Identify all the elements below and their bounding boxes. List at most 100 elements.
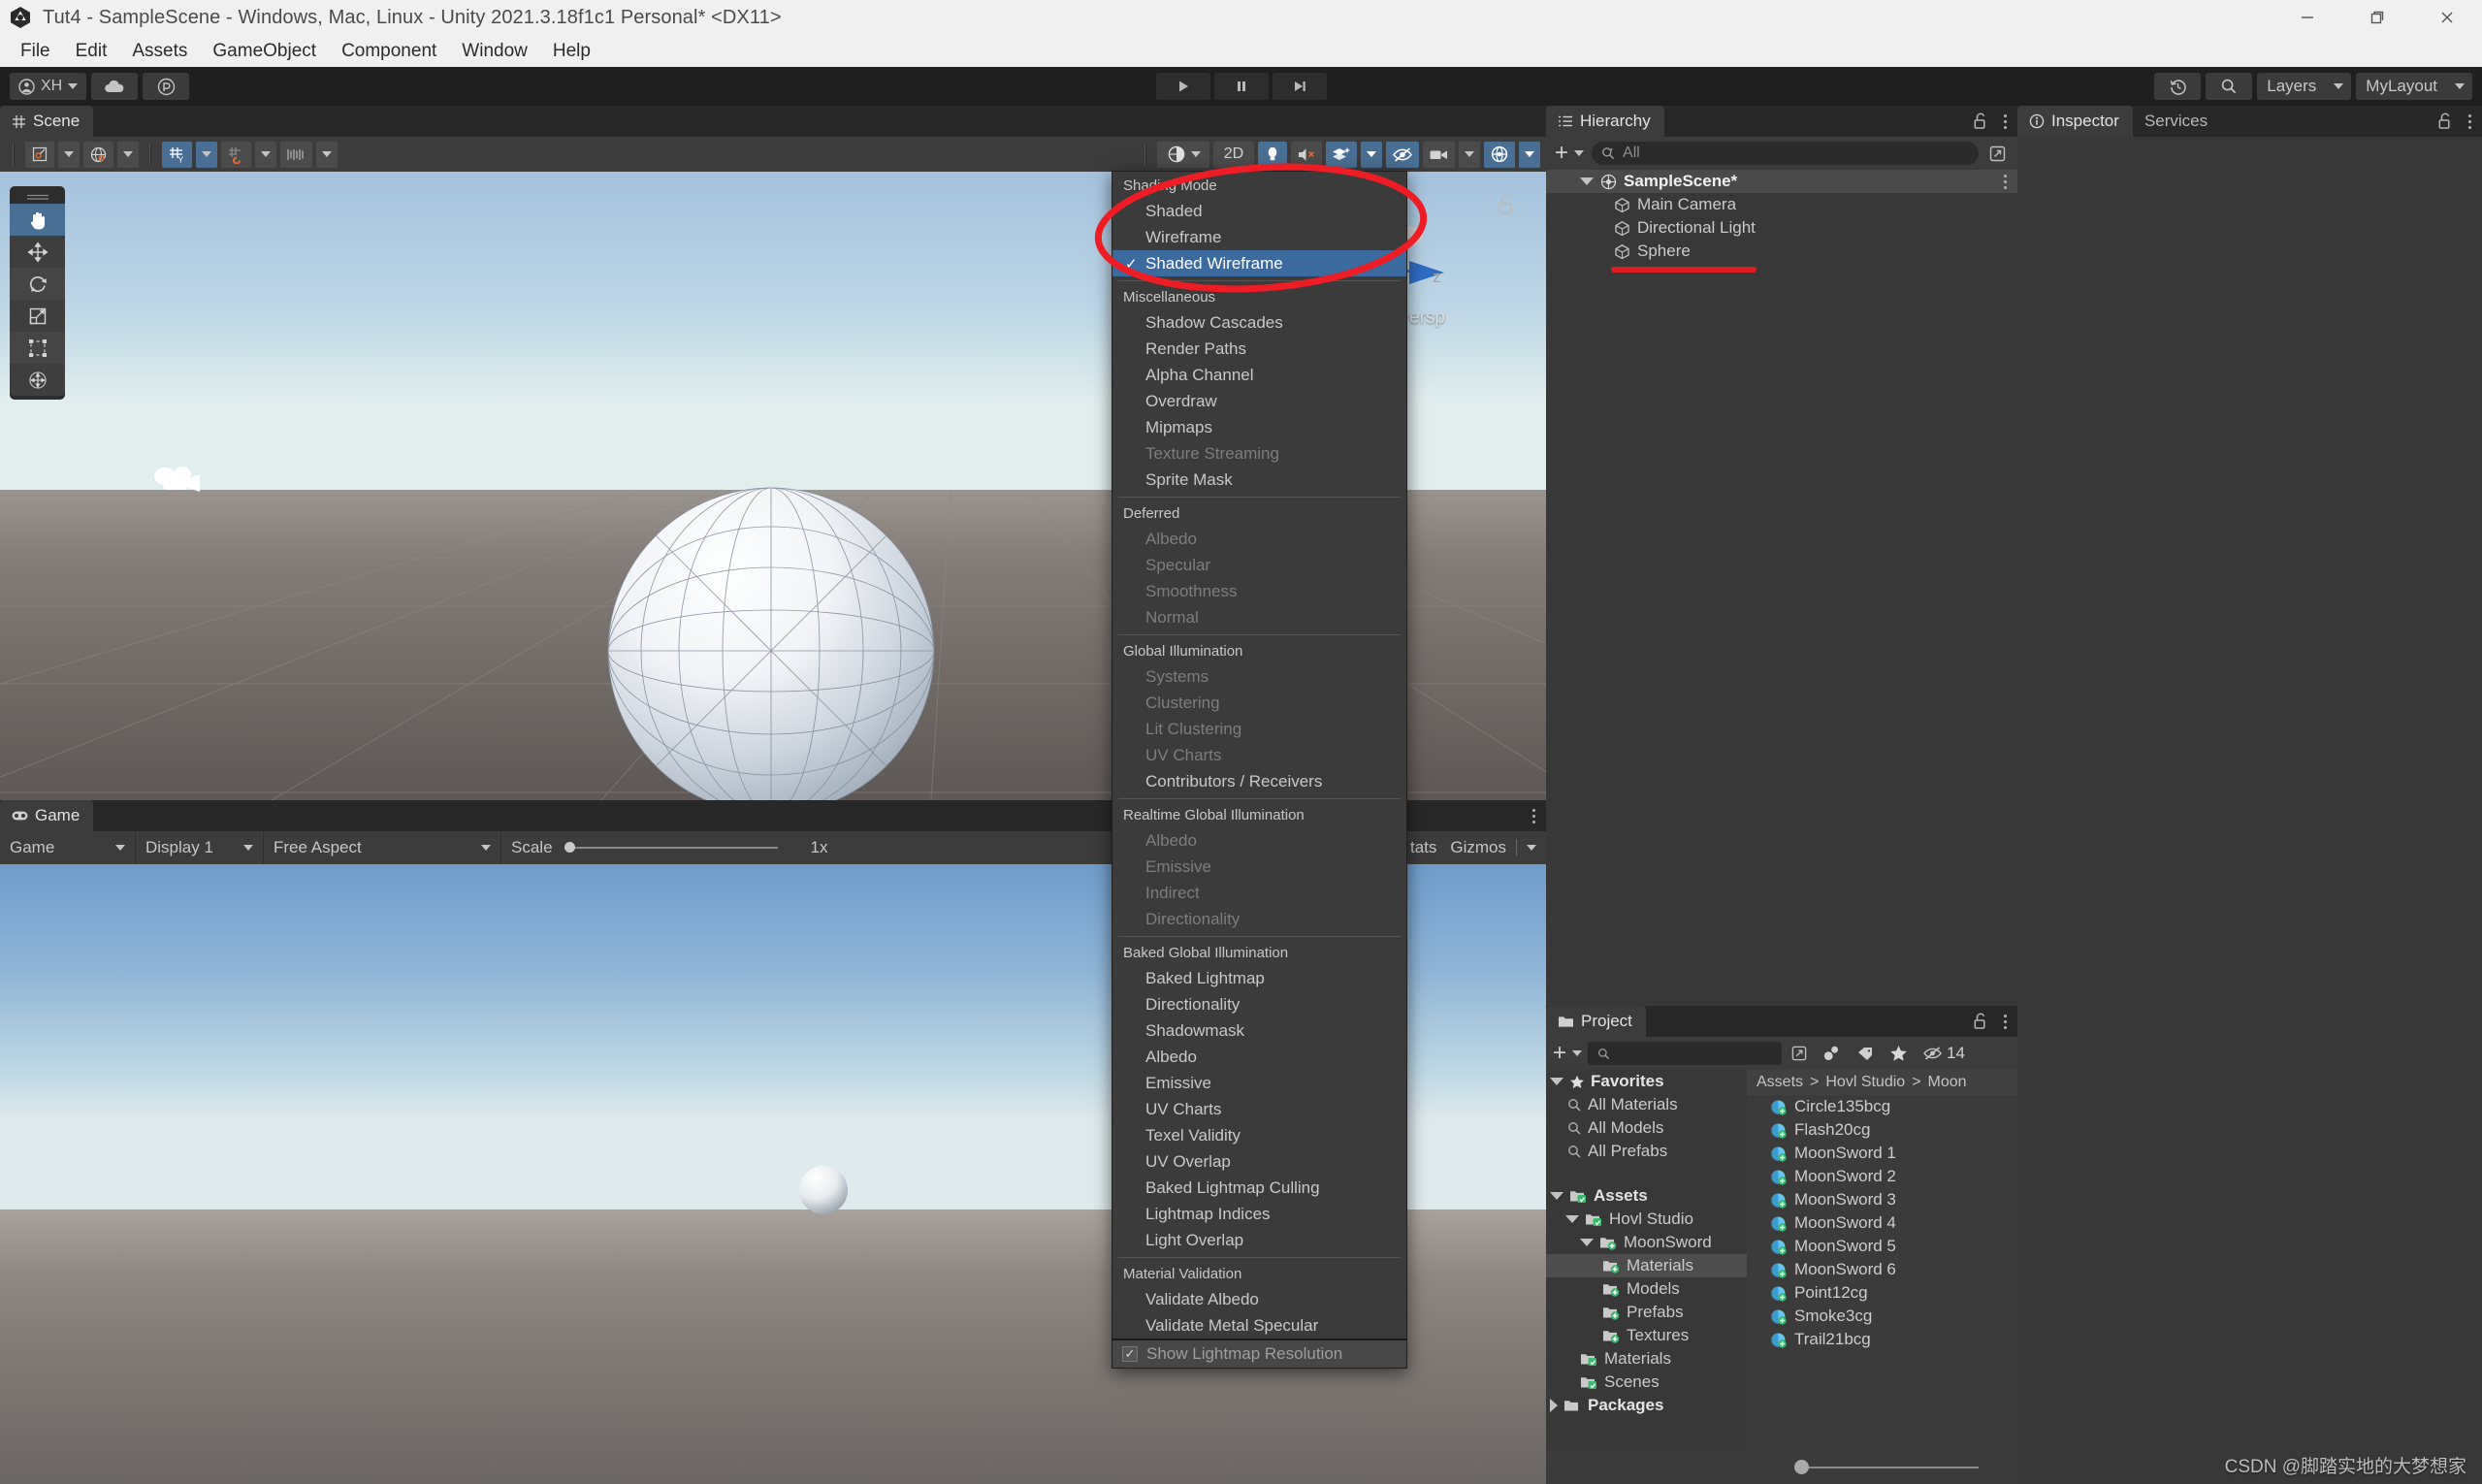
chevron-down-icon[interactable]: [1550, 1078, 1563, 1085]
menu-item-validate-albedo[interactable]: Validate Albedo: [1112, 1286, 1406, 1312]
breadcrumb-assets[interactable]: Assets: [1757, 1074, 1803, 1091]
layers-dropdown[interactable]: Layers: [2257, 73, 2351, 100]
hierarchy-item-main-camera[interactable]: Main Camera: [1546, 193, 2017, 216]
menu-component[interactable]: Component: [329, 38, 449, 65]
menu-item-shadow-cascades[interactable]: Shadow Cascades: [1112, 309, 1406, 336]
asset-row[interactable]: MoonSword 2: [1747, 1165, 2017, 1188]
project-tree-prefabs[interactable]: Prefabs: [1546, 1301, 1747, 1324]
rect-tool[interactable]: [10, 332, 65, 364]
menu-item-gi-contributors-receivers[interactable]: Contributors / Receivers: [1112, 768, 1406, 794]
grid-axis-button[interactable]: Y: [162, 142, 192, 168]
game-display-dropdown[interactable]: Display 1: [136, 831, 264, 864]
game-scale-slider[interactable]: Scale 1x: [501, 831, 838, 864]
asset-row[interactable]: MoonSword 1: [1747, 1142, 2017, 1165]
menu-item-shaded[interactable]: Shaded: [1112, 198, 1406, 224]
asset-row[interactable]: MoonSword 5: [1747, 1235, 2017, 1258]
project-tree-hovl-studio[interactable]: Hovl Studio: [1546, 1208, 1747, 1231]
menu-item-baked-directionality[interactable]: Directionality: [1112, 991, 1406, 1017]
tab-project[interactable]: Project: [1546, 1006, 1646, 1037]
menu-file[interactable]: File: [8, 38, 63, 65]
project-tree-textures[interactable]: Textures: [1546, 1324, 1747, 1347]
pivot-mode-button[interactable]: [25, 142, 54, 168]
project-tree-models[interactable]: Models: [1546, 1277, 1747, 1301]
project-hidden-count[interactable]: 14: [1917, 1041, 1971, 1067]
tab-game[interactable]: Game: [0, 800, 93, 831]
menu-item-baked-light-overlap[interactable]: Light Overlap: [1112, 1227, 1406, 1253]
checkbox-icon[interactable]: ✓: [1122, 1346, 1138, 1362]
scene-gizmos-button[interactable]: [1484, 142, 1515, 168]
menu-item-shaded-wireframe[interactable]: ✓ Shaded Wireframe: [1112, 250, 1406, 276]
tab-services[interactable]: Services: [2133, 106, 2221, 137]
ruler-dropdown[interactable]: [316, 142, 338, 168]
asset-row[interactable]: Circle135bcg: [1747, 1095, 2017, 1118]
scale-knob[interactable]: [564, 842, 575, 853]
menu-item-render-paths[interactable]: Render Paths: [1112, 336, 1406, 362]
menu-item-baked-lightmap[interactable]: Baked Lightmap: [1112, 965, 1406, 991]
asset-row[interactable]: Point12cg: [1747, 1281, 2017, 1305]
tab-inspector[interactable]: Inspector: [2017, 106, 2133, 137]
inspector-menu-icon[interactable]: [2464, 111, 2476, 133]
collab-button[interactable]: [143, 73, 189, 100]
pivot-mode-dropdown[interactable]: [58, 142, 80, 168]
menu-item-overdraw[interactable]: Overdraw: [1112, 388, 1406, 414]
project-favorites-root[interactable]: Favorites: [1546, 1070, 1747, 1093]
kebab-icon[interactable]: [1528, 805, 1540, 827]
hierarchy-filter-button[interactable]: [1982, 141, 2013, 167]
inspector-lock-icon[interactable]: [2436, 112, 2454, 131]
cloud-button[interactable]: [91, 73, 138, 100]
project-label-filter-button[interactable]: [1851, 1041, 1881, 1067]
menu-gameobject[interactable]: GameObject: [200, 38, 329, 65]
breadcrumb-moonsword[interactable]: Moon: [1928, 1074, 1967, 1091]
transform-tool[interactable]: [10, 364, 65, 396]
chevron-down-icon[interactable]: [1550, 1192, 1563, 1200]
hierarchy-search-input[interactable]: All: [1592, 142, 1979, 165]
project-tree-packages[interactable]: Packages: [1546, 1394, 1747, 1417]
project-add-button[interactable]: +: [1550, 1041, 1585, 1066]
menu-item-show-lightmap-resolution[interactable]: ✓ Show Lightmap Resolution: [1112, 1339, 1406, 1368]
minimize-icon[interactable]: [2272, 0, 2342, 35]
project-tree-scenes[interactable]: Scenes: [1546, 1371, 1747, 1394]
asset-row[interactable]: Smoke3cg: [1747, 1305, 2017, 1328]
close-icon[interactable]: [2412, 0, 2482, 35]
scene-audio-button[interactable]: [1291, 142, 1322, 168]
hierarchy-item-sphere[interactable]: Sphere: [1546, 240, 2017, 263]
ruler-button[interactable]: [280, 142, 312, 168]
menu-item-validate-metal-specular[interactable]: Validate Metal Specular: [1112, 1312, 1406, 1339]
project-zoom-slider[interactable]: [1794, 1467, 1979, 1468]
account-button[interactable]: XH: [10, 73, 86, 100]
scene-gizmos-dropdown[interactable]: [1519, 142, 1540, 168]
play-button[interactable]: [1156, 73, 1210, 100]
scene-context-menu-icon[interactable]: [1999, 171, 2012, 193]
scene-visibility-button[interactable]: [1386, 142, 1419, 168]
menu-edit[interactable]: Edit: [63, 38, 120, 65]
menu-item-baked-lightmap-culling[interactable]: Baked Lightmap Culling: [1112, 1175, 1406, 1201]
project-save-search-button[interactable]: [1785, 1041, 1814, 1067]
grid-axis-dropdown[interactable]: [196, 142, 217, 168]
mode-2d-button[interactable]: 2D: [1213, 142, 1254, 168]
project-favorite-all-materials[interactable]: All Materials: [1546, 1093, 1747, 1116]
scene-fx-dropdown[interactable]: [1361, 142, 1382, 168]
project-favorite-button[interactable]: [1884, 1041, 1914, 1067]
hierarchy-item-directional-light[interactable]: Directional Light: [1546, 216, 2017, 240]
project-search-input[interactable]: [1588, 1042, 1782, 1065]
game-aspect-dropdown[interactable]: Free Aspect: [264, 831, 501, 864]
game-target-dropdown[interactable]: Game: [0, 831, 136, 864]
menu-item-baked-shadowmask[interactable]: Shadowmask: [1112, 1017, 1406, 1044]
menu-item-baked-texel-validity[interactable]: Texel Validity: [1112, 1122, 1406, 1148]
scene-camera-dropdown[interactable]: [1459, 142, 1480, 168]
menu-item-baked-emissive[interactable]: Emissive: [1112, 1070, 1406, 1096]
scale-track[interactable]: [564, 847, 778, 849]
project-lock-icon[interactable]: [1972, 1012, 1989, 1031]
game-panel-menu[interactable]: [1528, 800, 1540, 831]
hierarchy-lock-icon[interactable]: [1972, 112, 1989, 131]
menu-window[interactable]: Window: [449, 38, 540, 65]
asset-row[interactable]: Flash20cg: [1747, 1118, 2017, 1142]
pause-button[interactable]: [1214, 73, 1269, 100]
tab-hierarchy[interactable]: Hierarchy: [1546, 106, 1664, 137]
menu-item-sprite-mask[interactable]: Sprite Mask: [1112, 467, 1406, 493]
project-tree-materials-nested[interactable]: Materials: [1546, 1254, 1747, 1277]
hierarchy-menu-icon[interactable]: [1999, 111, 2012, 133]
menu-item-wireframe[interactable]: Wireframe: [1112, 224, 1406, 250]
project-menu-icon[interactable]: [1999, 1011, 2012, 1033]
shading-mode-button[interactable]: [1157, 142, 1209, 168]
